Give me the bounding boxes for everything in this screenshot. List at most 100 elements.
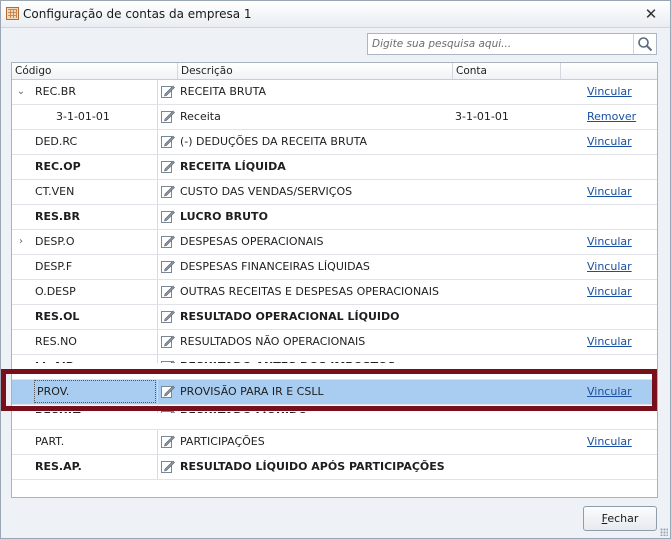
grid-rows: ⌄ REC.BR RECEITA BRUTA Vincular 3-1-01-01 Rec… <box>12 80 657 480</box>
table-row[interactable]: RES.NO RESULTADOS NÃO OPERACIONAIS Vincula… <box>12 330 657 355</box>
row-action-link[interactable]: Vincular <box>587 435 632 448</box>
edit-icon[interactable] <box>157 430 178 454</box>
expand-toggle-icon[interactable] <box>12 380 30 404</box>
edit-icon[interactable] <box>157 180 178 204</box>
edit-icon[interactable] <box>157 380 178 404</box>
expand-toggle-icon[interactable] <box>12 330 30 354</box>
conta-cell <box>453 130 561 154</box>
expand-toggle-icon[interactable] <box>12 205 30 229</box>
table-row[interactable]: RES.OL RESULTADO OPERACIONAL LÍQUIDO <box>12 305 657 330</box>
edit-icon[interactable] <box>157 230 178 254</box>
table-row[interactable]: DED.RC (-) DEDUÇÕES DA RECEITA BRUTA Vincu… <box>12 130 657 155</box>
code-cell: RES.NO <box>35 335 77 348</box>
edit-icon[interactable] <box>157 130 178 154</box>
conta-cell <box>453 155 561 179</box>
edit-icon[interactable] <box>157 80 178 104</box>
row-action-link[interactable]: Vincular <box>587 260 632 273</box>
expand-toggle-icon[interactable] <box>12 255 30 279</box>
description-cell: CUSTO DAS VENDAS/SERVIÇOS <box>180 185 353 198</box>
edit-icon[interactable] <box>157 355 178 363</box>
table-row[interactable]: RES.AP. RESULTADO LÍQUIDO APÓS PARTICIPAÇ… <box>12 455 657 480</box>
edit-icon[interactable] <box>157 255 178 279</box>
description-cell: LUCRO BRUTO <box>180 210 268 223</box>
search-icon <box>638 37 653 52</box>
table-row[interactable]: CT.VEN CUSTO DAS VENDAS/SERVIÇOS Vincular <box>12 180 657 205</box>
edit-icon[interactable] <box>157 405 178 413</box>
grid-header: Código Descrição Conta <box>12 63 657 80</box>
accounts-grid: Código Descrição Conta ⌄ REC.BR RECEITA BR… <box>11 62 658 498</box>
fechar-button[interactable]: Fechar <box>583 506 657 531</box>
row-action-link[interactable]: Vincular <box>587 85 632 98</box>
description-cell: RESULTADO LÍQUIDO APÓS PARTICIPAÇÕES <box>180 460 445 473</box>
resize-grip[interactable] <box>660 528 668 536</box>
expand-toggle-icon[interactable] <box>12 155 30 179</box>
code-cell: PROV. <box>34 380 156 403</box>
description-cell: PROVISÃO PARA IR E CSLL <box>180 385 324 398</box>
row-action-link[interactable]: Vincular <box>587 135 632 148</box>
row-action-link[interactable]: Vincular <box>587 185 632 198</box>
edit-icon[interactable] <box>157 455 178 479</box>
expand-toggle-icon[interactable] <box>12 130 30 154</box>
code-cell: REC.BR <box>35 85 76 98</box>
conta-cell <box>453 355 561 363</box>
row-action-link[interactable]: Vincular <box>587 235 632 248</box>
edit-icon[interactable] <box>157 155 178 179</box>
row-action-link[interactable]: Remover <box>587 110 636 123</box>
expand-toggle-icon[interactable] <box>12 105 30 129</box>
conta-cell <box>453 305 561 329</box>
expand-toggle-icon[interactable] <box>12 405 30 413</box>
expand-toggle-icon[interactable]: ⌄ <box>12 80 30 104</box>
table-row[interactable]: ⌄ REC.BR RECEITA BRUTA Vincular <box>12 80 657 105</box>
row-action-link[interactable]: Vincular <box>587 285 632 298</box>
table-row[interactable]: LL.AIR RESULTADO ANTES DOS IMPOSTOS <box>12 355 657 380</box>
description-cell: DESPESAS OPERACIONAIS <box>180 235 324 248</box>
expand-toggle-icon[interactable]: › <box>12 230 30 254</box>
conta-cell <box>453 180 561 204</box>
code-cell: LL.AIR <box>33 355 157 363</box>
search-button[interactable] <box>633 34 656 54</box>
description-cell: OUTRAS RECEITAS E DESPESAS OPERACIONAIS <box>180 285 439 298</box>
column-header-descricao[interactable]: Descrição <box>178 63 453 79</box>
table-row[interactable]: › DESP.O DESPESAS OPERACIONAIS Vincular <box>12 230 657 255</box>
row-action-link[interactable]: Vincular <box>587 335 632 348</box>
edit-icon[interactable] <box>157 330 178 354</box>
window-title: Configuração de contas da empresa 1 <box>23 7 252 21</box>
conta-cell <box>453 205 561 229</box>
conta-cell <box>453 230 561 254</box>
description-cell: PARTICIPAÇÕES <box>180 435 265 448</box>
table-row[interactable]: PROV. PROVISÃO PARA IR E CSLL Vincular <box>12 380 657 405</box>
column-header-codigo[interactable]: Código <box>12 63 178 79</box>
close-button[interactable]: ✕ <box>642 5 660 23</box>
edit-icon[interactable] <box>157 305 178 329</box>
description-cell: RESULTADO ANTES DOS IMPOSTOS <box>178 355 453 363</box>
table-row[interactable]: 3-1-01-01 Receita 3-1-01-01 Remover <box>12 105 657 130</box>
table-row[interactable]: PART. PARTICIPAÇÕES Vincular <box>12 430 657 455</box>
edit-icon[interactable] <box>157 205 178 229</box>
expand-toggle-icon[interactable] <box>12 455 30 479</box>
expand-toggle-icon[interactable] <box>12 305 30 329</box>
code-cell: CT.VEN <box>35 185 75 198</box>
column-header-actions <box>561 63 657 79</box>
table-row[interactable]: REC.OP RECEITA LÍQUIDA <box>12 155 657 180</box>
expand-toggle-icon[interactable] <box>12 355 30 363</box>
description-cell: Receita <box>180 110 221 123</box>
expand-toggle-icon[interactable] <box>12 430 30 454</box>
conta-cell <box>453 330 561 354</box>
edit-icon[interactable] <box>157 105 178 129</box>
table-row[interactable]: RES.BR LUCRO BRUTO <box>12 205 657 230</box>
conta-cell <box>453 430 561 454</box>
fechar-button-label: echar <box>607 512 639 525</box>
table-row[interactable]: DESP.F DESPESAS FINANCEIRAS LÍQUIDAS Vincu… <box>12 255 657 280</box>
expand-toggle-icon[interactable] <box>12 180 30 204</box>
search-input[interactable] <box>370 35 636 53</box>
description-cell: RESULTADO OPERACIONAL LÍQUIDO <box>180 310 400 323</box>
column-header-conta[interactable]: Conta <box>453 63 561 79</box>
row-action-link[interactable]: Vincular <box>587 385 632 398</box>
table-row[interactable]: RESULT. RESULTADO LÍQUIDO <box>12 405 657 430</box>
description-cell: RECEITA BRUTA <box>180 85 266 98</box>
expand-toggle-icon[interactable] <box>12 280 30 304</box>
description-cell: RECEITA LÍQUIDA <box>180 160 286 173</box>
edit-icon[interactable] <box>157 280 178 304</box>
table-row[interactable]: O.DESP OUTRAS RECEITAS E DESPESAS OPERACI… <box>12 280 657 305</box>
description-cell: DESPESAS FINANCEIRAS LÍQUIDAS <box>180 260 370 273</box>
